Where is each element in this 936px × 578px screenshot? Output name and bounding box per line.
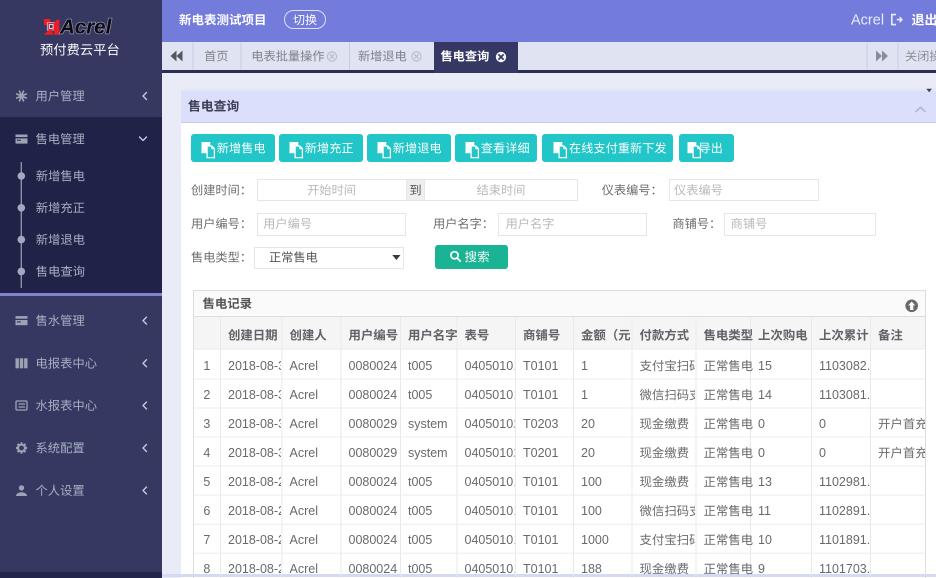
svg-text:1103081.75: 1103081.75 bbox=[819, 388, 884, 402]
svg-text:Acrel: Acrel bbox=[290, 533, 318, 547]
svg-text:0: 0 bbox=[819, 417, 826, 431]
svg-text:14: 14 bbox=[758, 388, 772, 402]
svg-text:3: 3 bbox=[203, 417, 210, 431]
svg-text:0: 0 bbox=[758, 417, 765, 431]
svg-text:4: 4 bbox=[203, 446, 210, 460]
svg-text:20: 20 bbox=[581, 446, 595, 460]
svg-text:2: 2 bbox=[203, 388, 210, 402]
svg-text:Acrel: Acrel bbox=[290, 562, 318, 576]
svg-text:10: 10 bbox=[758, 533, 772, 547]
svg-text:system: system bbox=[408, 446, 448, 460]
svg-text:Acrel: Acrel bbox=[290, 417, 318, 431]
svg-text:04050102: 04050102 bbox=[465, 417, 521, 431]
svg-text:Acrel: Acrel bbox=[290, 446, 318, 460]
svg-text:T0101: T0101 bbox=[523, 359, 558, 373]
svg-text:04050101: 04050101 bbox=[465, 475, 521, 489]
svg-text:1103082.75: 1103082.75 bbox=[819, 359, 884, 373]
svg-text:04050101: 04050101 bbox=[465, 533, 521, 547]
svg-text:T0101: T0101 bbox=[523, 533, 558, 547]
svg-text:1101703.75: 1101703.75 bbox=[819, 562, 884, 576]
svg-text:0080024: 0080024 bbox=[349, 562, 398, 576]
svg-text:100: 100 bbox=[581, 475, 602, 489]
svg-text:system: system bbox=[408, 417, 448, 431]
svg-text:15: 15 bbox=[758, 359, 772, 373]
svg-text:t005: t005 bbox=[408, 504, 432, 518]
svg-text:04050101: 04050101 bbox=[465, 388, 521, 402]
svg-text:04050101: 04050101 bbox=[465, 504, 521, 518]
svg-text:Acrel: Acrel bbox=[290, 475, 318, 489]
svg-text:5: 5 bbox=[203, 475, 210, 489]
svg-text:Acrel: Acrel bbox=[290, 388, 318, 402]
svg-text:Acrel: Acrel bbox=[290, 359, 318, 373]
svg-text:1: 1 bbox=[581, 388, 588, 402]
svg-text:T0101: T0101 bbox=[523, 562, 558, 576]
svg-text:04050101: 04050101 bbox=[465, 359, 521, 373]
svg-text:T0203: T0203 bbox=[523, 417, 558, 431]
svg-text:04050102: 04050102 bbox=[465, 446, 521, 460]
svg-text:8: 8 bbox=[203, 562, 210, 576]
svg-text:Acrel: Acrel bbox=[290, 504, 318, 518]
svg-text:0080024: 0080024 bbox=[349, 388, 398, 402]
svg-text:1: 1 bbox=[581, 359, 588, 373]
svg-text:1102981.75: 1102981.75 bbox=[819, 475, 884, 489]
svg-text:1000: 1000 bbox=[581, 533, 609, 547]
svg-text:0080029: 0080029 bbox=[349, 417, 398, 431]
svg-text:0: 0 bbox=[819, 446, 826, 460]
svg-text:t005: t005 bbox=[408, 475, 432, 489]
svg-text:1101891.75: 1101891.75 bbox=[819, 533, 884, 547]
svg-text:T0201: T0201 bbox=[523, 446, 558, 460]
svg-text:04050101: 04050101 bbox=[465, 562, 521, 576]
svg-text:7: 7 bbox=[203, 533, 210, 547]
svg-text:11: 11 bbox=[758, 504, 771, 518]
svg-text:1: 1 bbox=[203, 359, 210, 373]
svg-text:T0101: T0101 bbox=[523, 475, 558, 489]
svg-text:t005: t005 bbox=[408, 359, 432, 373]
svg-text:t005: t005 bbox=[408, 533, 432, 547]
svg-text:Acrel: Acrel bbox=[59, 15, 113, 38]
svg-text:0080024: 0080024 bbox=[349, 359, 398, 373]
svg-text:100: 100 bbox=[581, 504, 602, 518]
svg-text:0080024: 0080024 bbox=[349, 475, 398, 489]
svg-text:0080024: 0080024 bbox=[349, 504, 398, 518]
svg-text:t005: t005 bbox=[408, 562, 432, 576]
svg-text:0080029: 0080029 bbox=[349, 446, 398, 460]
svg-text:1102891.75: 1102891.75 bbox=[819, 504, 884, 518]
svg-text:188: 188 bbox=[581, 562, 602, 576]
svg-text:6: 6 bbox=[203, 504, 210, 518]
svg-text:20: 20 bbox=[581, 417, 595, 431]
svg-text:t005: t005 bbox=[408, 388, 432, 402]
svg-text:T0101: T0101 bbox=[523, 388, 558, 402]
svg-text:Acrel: Acrel bbox=[851, 12, 884, 28]
svg-text:0080024: 0080024 bbox=[349, 533, 398, 547]
svg-text:T0101: T0101 bbox=[523, 504, 558, 518]
svg-text:9: 9 bbox=[758, 562, 765, 576]
svg-text:13: 13 bbox=[758, 475, 772, 489]
svg-text:0: 0 bbox=[758, 446, 765, 460]
